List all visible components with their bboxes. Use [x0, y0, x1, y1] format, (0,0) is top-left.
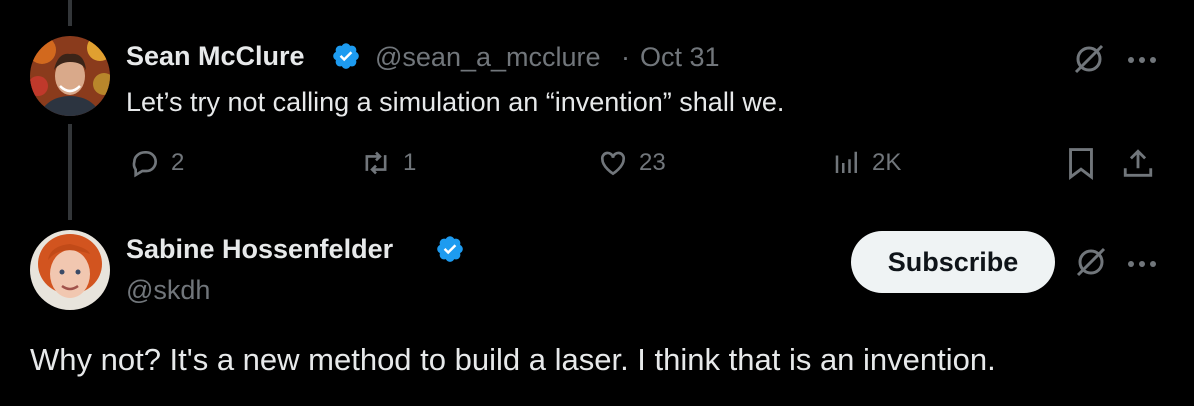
- more-icon[interactable]: [1126, 256, 1158, 274]
- tweet-text: Let’s try not calling a simulation an “i…: [126, 87, 785, 117]
- tweet-date[interactable]: Oct 31: [640, 42, 720, 73]
- avatar-sean[interactable]: [30, 36, 110, 116]
- tweet-text: Why not? It's a new method to build a la…: [30, 342, 996, 377]
- reply-icon: [132, 151, 157, 178]
- grok-icon[interactable]: [1074, 245, 1108, 284]
- views-count: 2K: [872, 149, 902, 176]
- repost-button[interactable]: 1: [359, 147, 416, 179]
- views-icon: [835, 151, 857, 173]
- like-icon: [600, 151, 626, 176]
- reply-button[interactable]: 2: [129, 147, 184, 179]
- subscribe-button[interactable]: Subscribe: [851, 231, 1055, 293]
- bookmark-icon[interactable]: [1066, 147, 1096, 186]
- author-handle[interactable]: @skdh: [126, 275, 210, 306]
- author-name[interactable]: Sean McClure: [126, 41, 305, 72]
- views-button[interactable]: 2K: [832, 147, 901, 179]
- repost-count: 1: [403, 149, 417, 176]
- author-name[interactable]: Sabine Hossenfelder: [126, 234, 393, 265]
- separator-dot: ·: [621, 42, 630, 72]
- verified-badge-icon[interactable]: [331, 41, 361, 71]
- share-icon[interactable]: [1121, 147, 1155, 186]
- thread-line-connector: [68, 124, 72, 220]
- author-handle[interactable]: @sean_a_mcclure: [375, 42, 601, 73]
- verified-badge-icon[interactable]: [435, 234, 465, 264]
- grok-icon[interactable]: [1072, 42, 1106, 81]
- reply-count: 2: [171, 149, 185, 176]
- like-button[interactable]: 23: [597, 147, 666, 179]
- more-icon[interactable]: [1126, 52, 1158, 70]
- repost-icon: [365, 151, 387, 175]
- like-count: 23: [639, 149, 666, 176]
- avatar-sabine[interactable]: [30, 230, 110, 310]
- thread-line-top: [68, 0, 72, 26]
